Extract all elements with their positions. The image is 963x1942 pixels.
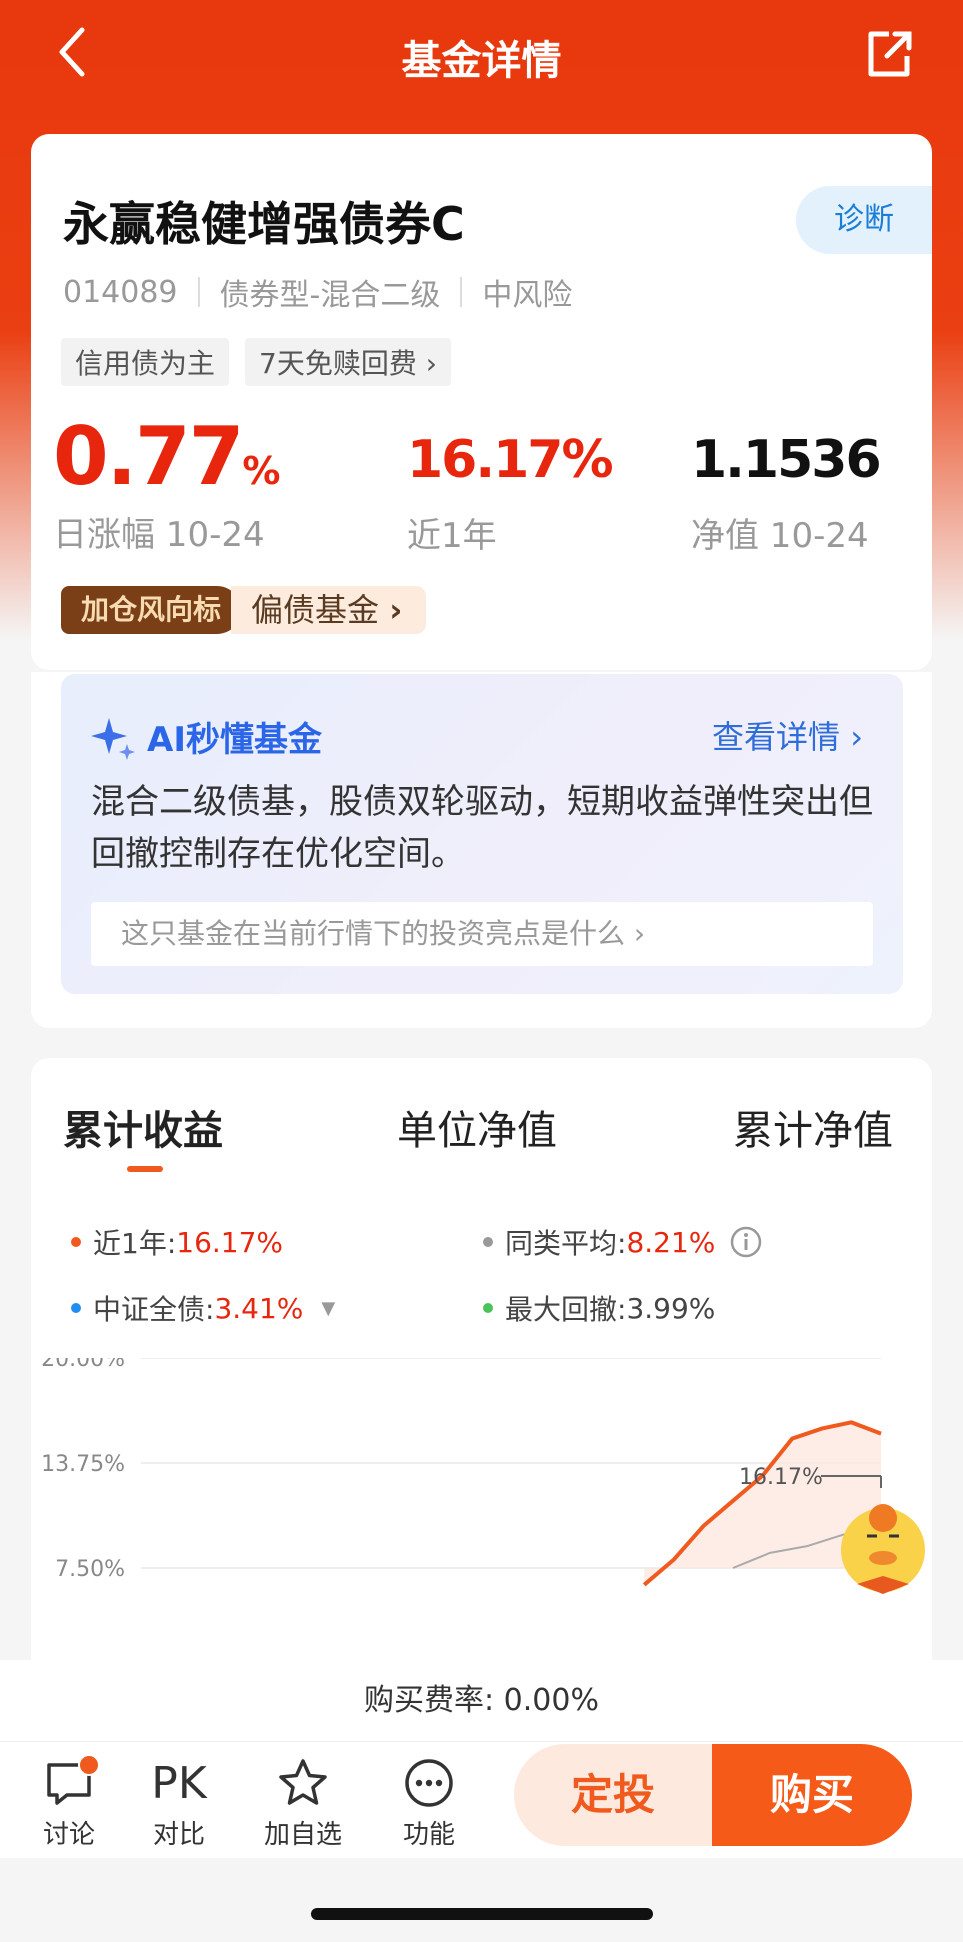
y-tick-label: 20.00% <box>41 1358 125 1372</box>
chart-tabs: 累计收益 单位净值 累计净值 <box>31 1098 932 1178</box>
info-icon[interactable] <box>729 1225 763 1259</box>
legend-index[interactable]: 中证全债: 3.41% ▼ <box>71 1288 335 1328</box>
watchlist-label: 加自选 <box>263 1820 342 1850</box>
nav-label: 净值 10-24 <box>691 516 869 556</box>
purchase-fee: 购买费率: 0.00% <box>0 1660 963 1742</box>
ai-explain-card: AI秒懂基金 查看详情 › 混合二级债基，股债双轮驱动，短期收益弹性突出但回撤控… <box>61 674 903 994</box>
ai-question-button[interactable]: 这只基金在当前行情下的投资亮点是什么 › <box>91 902 873 966</box>
fund-risk: 中风险 <box>482 278 573 313</box>
sip-button[interactable]: 定投 <box>514 1744 712 1846</box>
ai-header: AI秒懂基金 <box>91 712 322 761</box>
nav-stat: 1.1536 净值 10-24 <box>691 430 882 557</box>
performance-card: 累计收益 单位净值 累计净值 近1年: 16.17% 同类平均: 8.21% 中证全… <box>31 1058 932 1758</box>
fund-summary-card: 永赢稳健增强债券C 诊断 014089 债券型-混合二级 中风险 信用债为主 7… <box>31 134 932 670</box>
year-return-value: 16.17% <box>407 430 614 490</box>
tab-cumulative-nav[interactable]: 累计净值 <box>733 1098 893 1156</box>
y-tick-label: 7.50% <box>55 1557 125 1582</box>
discuss-label: 讨论 <box>42 1820 95 1850</box>
tab-cumulative-return[interactable]: 累计收益 <box>63 1098 223 1156</box>
legend-dot <box>71 1303 81 1313</box>
home-indicator <box>311 1908 653 1920</box>
y-tick-label: 13.75% <box>41 1452 125 1477</box>
share-icon[interactable] <box>859 24 919 84</box>
ai-summary: 混合二级债基，股债双轮驱动，短期收益弹性突出但回撤控制存在优化空间。 <box>91 782 873 874</box>
active-tab-indicator <box>127 1166 163 1172</box>
ai-card-container: AI秒懂基金 查看详情 › 混合二级债基，股债双轮驱动，短期收益弹性突出但回撤控… <box>31 672 932 1028</box>
legend-dot <box>483 1303 493 1313</box>
navigation-bar: 基金详情 <box>0 0 963 110</box>
fund-type: 债券型-混合二级 <box>219 278 441 313</box>
diagnose-button[interactable]: 诊断 <box>796 186 932 254</box>
daily-change-value: 0.77% <box>53 410 280 503</box>
functions-label: 功能 <box>402 1820 455 1850</box>
legend-drawdown: 最大回撤: 3.99% <box>483 1288 715 1328</box>
year-return-stat: 16.17% 近1年 <box>407 430 614 557</box>
fund-name: 永赢稳健增强债券C <box>63 197 465 251</box>
year-return-label: 近1年 <box>407 516 497 556</box>
legend-dot <box>483 1237 493 1247</box>
chevron-right-icon: › <box>389 591 403 629</box>
ai-title: AI秒懂基金 <box>147 720 322 760</box>
discuss-button[interactable]: 讨论 <box>24 1752 114 1851</box>
notification-dot <box>78 1754 100 1776</box>
legend-fund: 近1年: 16.17% <box>71 1222 283 1262</box>
divider <box>460 277 463 307</box>
wind-text: 偏债基金 › <box>231 586 427 634</box>
tab-unit-nav[interactable]: 单位净值 <box>397 1098 557 1156</box>
daily-change-stat: 0.77% 日涨幅 10-24 <box>53 410 280 556</box>
dropdown-icon: ▼ <box>321 1297 336 1319</box>
pk-icon: PK <box>151 1757 207 1809</box>
compare-button[interactable]: PK 对比 <box>134 1752 224 1851</box>
end-label: 16.17% <box>739 1465 823 1490</box>
legend-peer: 同类平均: 8.21% <box>483 1222 763 1262</box>
daily-change-label: 日涨幅 10-24 <box>53 515 265 555</box>
star-icon <box>279 1759 327 1805</box>
wind-badge: 加仓风向标 <box>61 586 242 634</box>
sparkle-icon <box>91 717 135 760</box>
more-icon <box>405 1759 453 1807</box>
watchlist-button[interactable]: 加自选 <box>258 1752 348 1851</box>
page-title: 基金详情 <box>401 38 562 84</box>
compare-label: 对比 <box>152 1820 205 1850</box>
tag-fee-free[interactable]: 7天免赎回费 › <box>245 338 451 386</box>
functions-button[interactable]: 功能 <box>384 1752 474 1851</box>
fund-code: 014089 <box>63 274 178 310</box>
bottom-action-bar: 讨论 PK 对比 加自选 功能 定投 购买 <box>0 1742 963 1858</box>
legend-dot <box>71 1237 81 1247</box>
tag-credit: 信用债为主 <box>61 338 230 386</box>
ai-more-link[interactable]: 查看详情 › <box>712 712 863 758</box>
nav-value: 1.1536 <box>691 430 882 490</box>
divider <box>197 277 200 307</box>
buy-button[interactable]: 购买 <box>712 1744 912 1846</box>
fund-tags: 信用债为主 7天免赎回费 › <box>61 338 451 386</box>
action-buttons: 定投 购买 <box>514 1744 912 1846</box>
wind-indicator[interactable]: 加仓风向标 偏债基金 › <box>61 586 427 634</box>
fund-meta: 014089 债券型-混合二级 中风险 <box>63 270 572 314</box>
